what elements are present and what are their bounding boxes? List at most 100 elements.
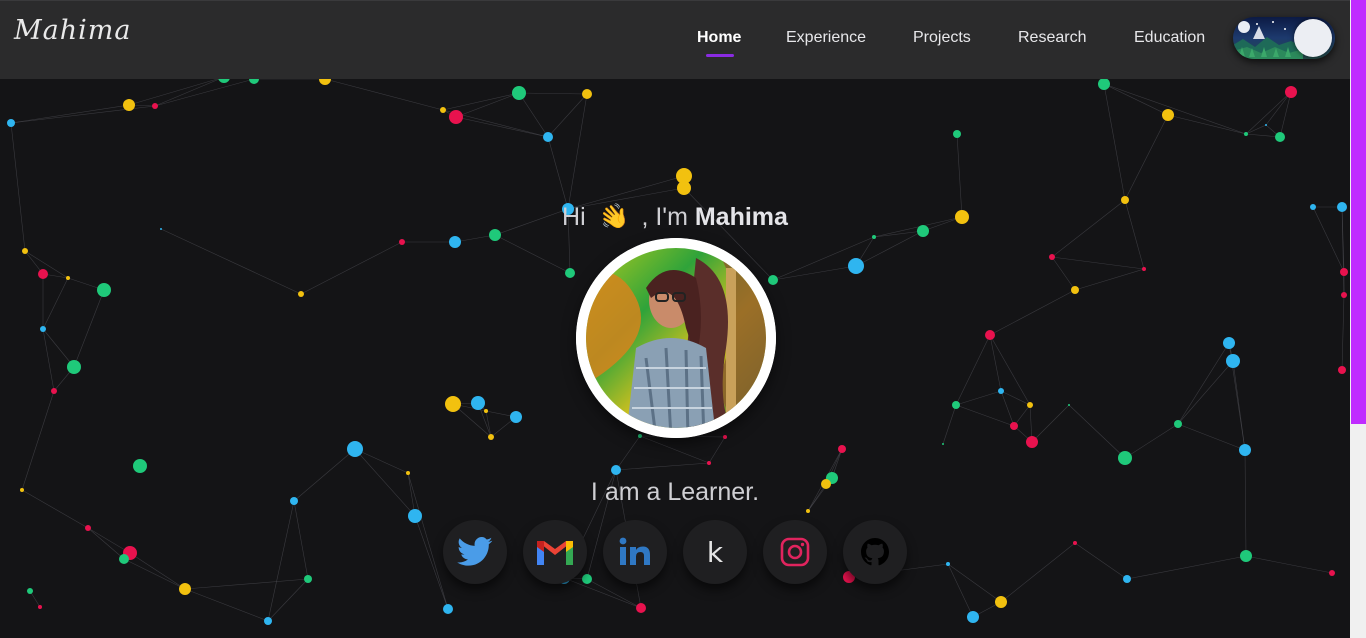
network-particle: [806, 509, 810, 513]
network-particle: [1071, 286, 1079, 294]
network-particle: [406, 471, 410, 475]
network-link: [955, 404, 1015, 427]
network-particle: [1340, 268, 1348, 276]
network-particle: [768, 275, 778, 285]
scrollbar-thumb[interactable]: [1351, 0, 1366, 424]
network-link: [1000, 542, 1076, 603]
network-particle: [723, 435, 727, 439]
network-particle: [707, 461, 711, 465]
network-particle: [1049, 254, 1055, 260]
network-link: [772, 265, 857, 281]
twitter-link[interactable]: [443, 520, 507, 584]
network-link: [21, 390, 55, 491]
network-particle: [1073, 541, 1077, 545]
network-particle: [123, 99, 135, 111]
network-particle: [611, 465, 621, 475]
github-link[interactable]: [843, 520, 907, 584]
network-particle: [995, 596, 1007, 608]
network-particle: [152, 103, 158, 109]
network-link: [414, 515, 449, 610]
network-link: [615, 435, 641, 471]
network-particle: [488, 434, 494, 440]
nav-research[interactable]: Research: [1018, 29, 1086, 47]
kaggle-link[interactable]: k: [683, 520, 747, 584]
network-link: [1074, 268, 1145, 291]
instagram-link[interactable]: [763, 520, 827, 584]
network-link: [989, 289, 1076, 336]
network-particle: [471, 396, 485, 410]
network-particle: [445, 396, 461, 412]
network-link: [855, 230, 924, 267]
network-link: [1031, 404, 1070, 443]
network-particle: [408, 509, 422, 523]
network-link: [708, 436, 726, 464]
network-link: [42, 328, 55, 392]
network-particle: [946, 562, 950, 566]
network-link: [1177, 342, 1230, 425]
network-particle: [1174, 420, 1182, 428]
network-link: [1103, 83, 1247, 135]
network-particle: [264, 617, 272, 625]
network-link: [772, 236, 875, 281]
network-particle: [1123, 575, 1131, 583]
nav-links: Home Experience Projects Research Educat…: [0, 29, 1350, 53]
linkedin-icon: [619, 537, 650, 565]
network-link: [955, 334, 991, 406]
network-link: [1245, 124, 1267, 135]
network-link: [184, 588, 269, 622]
network-particle: [133, 459, 147, 473]
network-link: [1245, 555, 1333, 574]
gmail-icon: [537, 541, 573, 565]
network-particle: [1329, 570, 1335, 576]
network-particle: [510, 411, 522, 423]
network-particle: [484, 409, 488, 413]
network-link: [1124, 423, 1179, 459]
nav-education[interactable]: Education: [1134, 29, 1205, 47]
network-particle: [953, 130, 961, 138]
network-particle: [1265, 124, 1267, 126]
network-particle: [1010, 422, 1018, 430]
network-particle: [1098, 78, 1110, 90]
network-particle: [1026, 436, 1038, 448]
waving-hand-icon: 👋: [595, 200, 632, 235]
network-link: [1177, 360, 1234, 425]
network-particle: [7, 119, 15, 127]
network-particle: [638, 434, 642, 438]
network-particle: [38, 269, 48, 279]
network-particle: [440, 107, 446, 113]
network-link: [455, 116, 549, 138]
network-link: [42, 277, 69, 330]
network-particle: [582, 89, 592, 99]
kaggle-icon: k: [706, 535, 724, 569]
theme-toggle[interactable]: [1233, 17, 1335, 59]
network-link: [989, 334, 1031, 406]
network-link: [615, 462, 710, 471]
nav-home[interactable]: Home: [697, 29, 741, 47]
network-particle: [66, 276, 70, 280]
linkedin-link[interactable]: [603, 520, 667, 584]
network-particle: [298, 291, 304, 297]
gmail-link[interactable]: [523, 520, 587, 584]
network-link: [942, 404, 957, 445]
network-link: [267, 578, 309, 622]
network-particle: [1142, 267, 1146, 271]
nav-projects[interactable]: Projects: [913, 29, 971, 47]
network-link: [87, 527, 125, 560]
nav-experience[interactable]: Experience: [786, 29, 866, 47]
network-particle: [449, 110, 463, 124]
network-particle: [1162, 109, 1174, 121]
network-link: [42, 328, 75, 368]
network-link: [1068, 404, 1126, 459]
network-link: [1245, 133, 1281, 138]
network-link: [1177, 423, 1246, 451]
hero-tagline: I am a Learner.: [590, 478, 760, 506]
twitter-icon: [457, 537, 493, 566]
network-particle: [40, 326, 46, 332]
network-particle: [1285, 86, 1297, 98]
network-particle: [304, 575, 312, 583]
network-particle: [998, 388, 1004, 394]
instagram-icon: [780, 537, 810, 567]
network-particle: [1226, 354, 1240, 368]
network-particle: [1118, 451, 1132, 465]
network-particle: [1223, 337, 1235, 349]
